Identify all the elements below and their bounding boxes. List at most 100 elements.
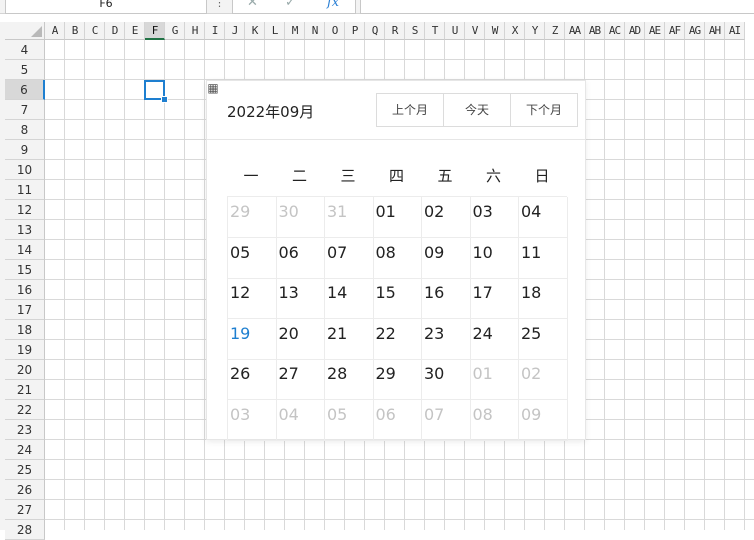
row-header-11[interactable]: 11: [5, 180, 45, 200]
column-header-aa[interactable]: AA: [565, 22, 585, 40]
day-cell-other-month[interactable]: 29: [228, 197, 277, 238]
day-cell-other-month[interactable]: 04: [276, 399, 325, 441]
day-cell-other-month[interactable]: 07: [422, 399, 471, 441]
column-header-r[interactable]: R: [385, 22, 405, 40]
day-cell[interactable]: 16: [422, 278, 471, 319]
day-cell[interactable]: 25: [519, 318, 568, 360]
row-header-14[interactable]: 14: [5, 240, 45, 260]
day-cell[interactable]: 30: [422, 359, 471, 400]
day-cell[interactable]: 22: [373, 318, 422, 360]
column-header-u[interactable]: U: [445, 22, 465, 40]
day-cell[interactable]: 01: [373, 197, 422, 238]
column-header-z[interactable]: Z: [545, 22, 565, 40]
column-header-s[interactable]: S: [405, 22, 425, 40]
column-header-q[interactable]: Q: [365, 22, 385, 40]
day-cell-today[interactable]: 19: [228, 318, 277, 360]
day-cell[interactable]: 10: [470, 237, 519, 279]
day-cell-other-month[interactable]: 01: [470, 359, 519, 400]
column-header-ac[interactable]: AC: [605, 22, 625, 40]
day-cell[interactable]: 11: [519, 237, 568, 279]
day-cell[interactable]: 29: [373, 359, 422, 400]
day-cell[interactable]: 04: [519, 197, 568, 238]
column-header-m[interactable]: M: [285, 22, 305, 40]
insert-function-icon[interactable]: fx: [327, 0, 339, 11]
row-header-12[interactable]: 12: [5, 200, 45, 220]
day-cell[interactable]: 14: [325, 278, 374, 319]
fill-handle[interactable]: [161, 96, 168, 103]
day-cell[interactable]: 03: [470, 197, 519, 238]
row-header-27[interactable]: 27: [5, 500, 45, 520]
day-cell[interactable]: 15: [373, 278, 422, 319]
column-header-ad[interactable]: AD: [625, 22, 645, 40]
column-header-o[interactable]: O: [325, 22, 345, 40]
day-cell-other-month[interactable]: 31: [325, 197, 374, 238]
day-cell-other-month[interactable]: 30: [276, 197, 325, 238]
column-header-k[interactable]: K: [245, 22, 265, 40]
select-all-corner[interactable]: [5, 22, 45, 40]
column-header-p[interactable]: P: [345, 22, 365, 40]
column-header-v[interactable]: V: [465, 22, 485, 40]
column-header-t[interactable]: T: [425, 22, 445, 40]
day-cell-other-month[interactable]: 02: [519, 359, 568, 400]
row-header-17[interactable]: 17: [5, 300, 45, 320]
calendar-icon[interactable]: ▦: [206, 82, 220, 96]
day-cell[interactable]: 08: [373, 237, 422, 279]
column-header-c[interactable]: C: [85, 22, 105, 40]
row-header-23[interactable]: 23: [5, 420, 45, 440]
column-header-b[interactable]: B: [65, 22, 85, 40]
day-cell[interactable]: 27: [276, 359, 325, 400]
column-header-g[interactable]: G: [165, 22, 185, 40]
column-header-w[interactable]: W: [485, 22, 505, 40]
row-header-18[interactable]: 18: [5, 320, 45, 340]
day-cell[interactable]: 07: [325, 237, 374, 279]
day-cell[interactable]: 20: [276, 318, 325, 360]
next-month-button[interactable]: 下个月: [511, 94, 577, 126]
row-header-8[interactable]: 8: [5, 120, 45, 140]
column-header-i[interactable]: I: [205, 22, 225, 40]
today-button[interactable]: 今天: [444, 94, 511, 126]
day-cell[interactable]: 21: [325, 318, 374, 360]
row-header-15[interactable]: 15: [5, 260, 45, 280]
row-header-26[interactable]: 26: [5, 480, 45, 500]
column-header-e[interactable]: E: [125, 22, 145, 40]
day-cell[interactable]: 02: [422, 197, 471, 238]
row-header-13[interactable]: 13: [5, 220, 45, 240]
column-header-ab[interactable]: AB: [585, 22, 605, 40]
row-header-6[interactable]: 6: [5, 80, 45, 100]
day-cell[interactable]: 26: [228, 359, 277, 400]
cancel-icon[interactable]: ✕: [247, 0, 258, 11]
row-header-21[interactable]: 21: [5, 380, 45, 400]
column-header-ag[interactable]: AG: [685, 22, 705, 40]
column-header-f[interactable]: F: [145, 22, 165, 40]
row-header-28[interactable]: 28: [5, 520, 45, 540]
column-header-j[interactable]: J: [225, 22, 245, 40]
column-header-h[interactable]: H: [185, 22, 205, 40]
row-header-22[interactable]: 22: [5, 400, 45, 420]
row-header-5[interactable]: 5: [5, 60, 45, 80]
day-cell[interactable]: 23: [422, 318, 471, 360]
more-options-icon[interactable]: ⋮: [214, 0, 225, 9]
day-cell[interactable]: 28: [325, 359, 374, 400]
column-header-x[interactable]: X: [505, 22, 525, 40]
day-cell-other-month[interactable]: 06: [373, 399, 422, 441]
column-header-n[interactable]: N: [305, 22, 325, 40]
column-header-ae[interactable]: AE: [645, 22, 665, 40]
day-cell-other-month[interactable]: 09: [519, 399, 568, 441]
day-cell[interactable]: 13: [276, 278, 325, 319]
column-header-af[interactable]: AF: [665, 22, 685, 40]
row-header-25[interactable]: 25: [5, 460, 45, 480]
prev-month-button[interactable]: 上个月: [377, 94, 444, 126]
row-header-7[interactable]: 7: [5, 100, 45, 120]
name-box[interactable]: F6: [5, 0, 207, 14]
day-cell[interactable]: 09: [422, 237, 471, 279]
row-header-9[interactable]: 9: [5, 140, 45, 160]
day-cell[interactable]: 12: [228, 278, 277, 319]
day-cell-other-month[interactable]: 08: [470, 399, 519, 441]
day-cell[interactable]: 18: [519, 278, 568, 319]
day-cell-other-month[interactable]: 05: [325, 399, 374, 441]
day-cell[interactable]: 05: [228, 237, 277, 279]
column-header-l[interactable]: L: [265, 22, 285, 40]
day-cell[interactable]: 24: [470, 318, 519, 360]
formula-input[interactable]: [360, 0, 754, 14]
day-cell[interactable]: 06: [276, 237, 325, 279]
